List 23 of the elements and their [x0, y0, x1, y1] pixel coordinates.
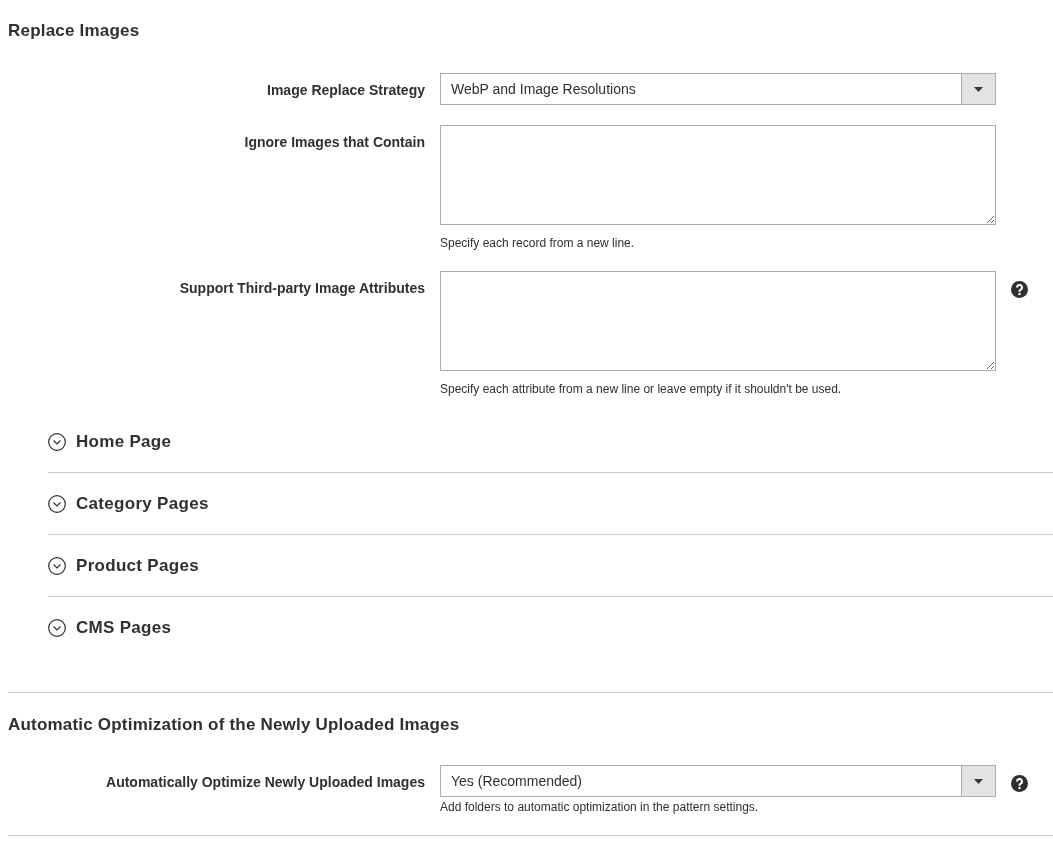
chevron-down-icon[interactable]: [48, 618, 66, 637]
group-title[interactable]: Product Pages: [76, 555, 199, 576]
field-hint: Add folders to automatic optimization in the pattern settings.: [440, 800, 760, 815]
group-title[interactable]: Home Page: [76, 431, 172, 452]
caret-icon: [974, 86, 983, 92]
group-title[interactable]: CMS Pages: [76, 617, 172, 638]
field-hint: Specify each attribute from a new line or leave empty if it shouldn't be used.: [440, 382, 843, 397]
field-label: Automatically Optimize Newly Uploaded Images: [105, 773, 425, 791]
field-label: Ignore Images that Contain: [243, 133, 425, 151]
help-icon[interactable]: [1011, 775, 1028, 792]
chevron-down-icon[interactable]: [48, 556, 66, 575]
field-hint: Specify each record from a new line.: [440, 236, 636, 251]
section-title: Replace Images: [8, 20, 141, 42]
field-label: Image Replace Strategy: [266, 81, 425, 99]
section-title: Automatic Optimization of the Newly Uploaded Images: [8, 714, 461, 736]
chevron-down-icon[interactable]: [48, 432, 66, 451]
select-field[interactable]: WebP and Image Resolutions: [440, 73, 996, 105]
group-title[interactable]: Category Pages: [76, 493, 209, 514]
select-field[interactable]: Yes (Recommended): [440, 765, 996, 797]
field-label: Support Third-party Image Attributes: [178, 279, 425, 297]
chevron-down-icon[interactable]: [48, 494, 66, 513]
help-icon[interactable]: [1011, 281, 1028, 298]
caret-icon: [974, 778, 983, 784]
